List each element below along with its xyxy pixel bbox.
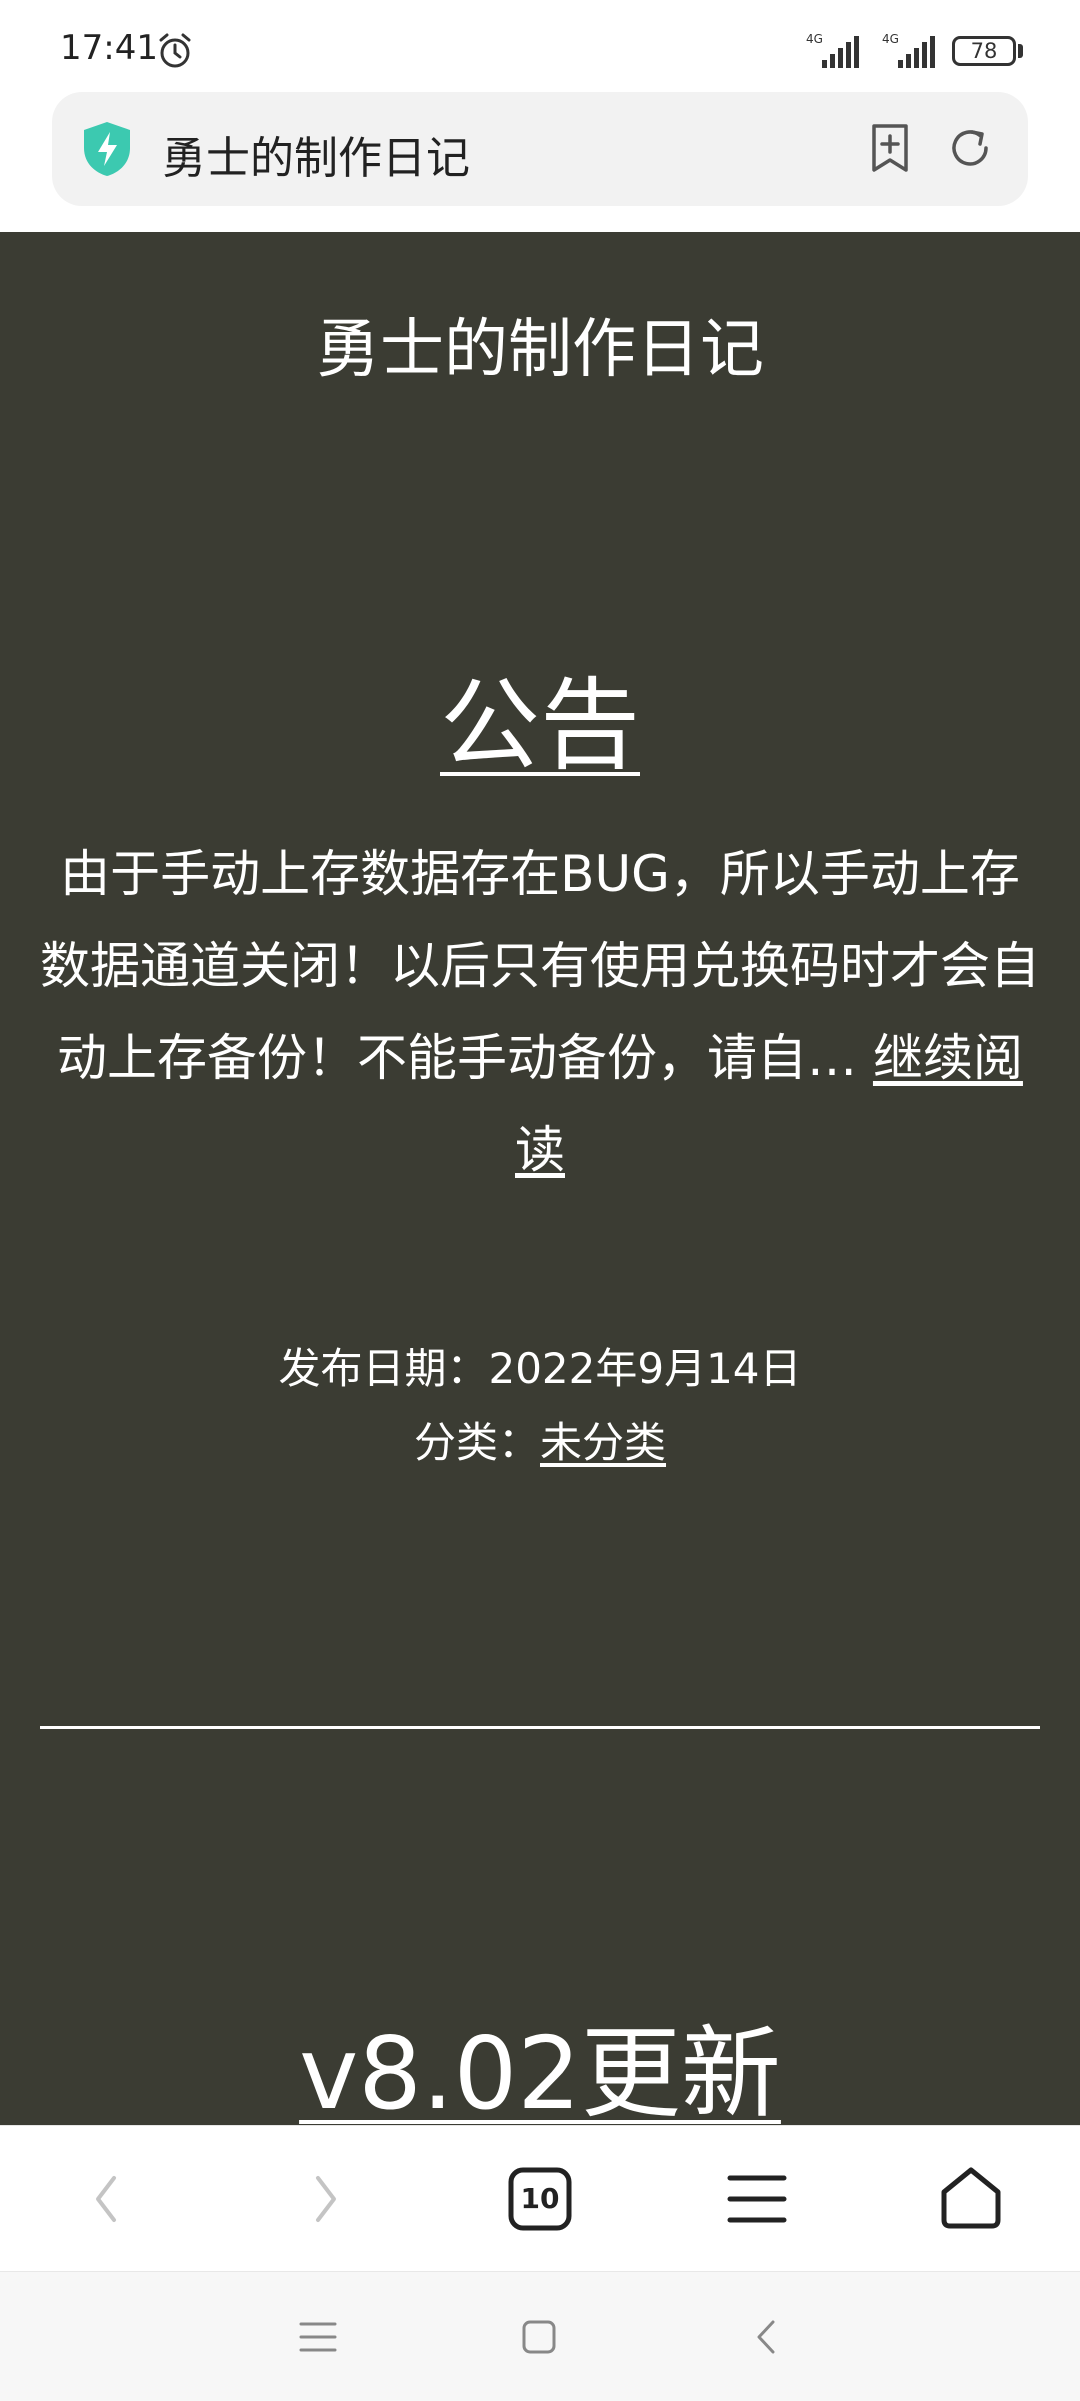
home-icon[interactable] bbox=[516, 2314, 562, 2360]
forward-icon[interactable] bbox=[290, 2164, 360, 2234]
post-date-label: 发布日期： bbox=[278, 1344, 489, 1393]
tab-count: 10 bbox=[520, 2182, 560, 2215]
status-time: 17:41 bbox=[60, 28, 158, 68]
bookmark-add-icon[interactable] bbox=[862, 120, 918, 176]
reload-icon[interactable] bbox=[942, 120, 998, 176]
post-divider bbox=[40, 1726, 1040, 1729]
address-bar-title[interactable]: 勇士的制作日记 bbox=[162, 122, 470, 186]
tabs-button[interactable]: 10 bbox=[505, 2164, 575, 2234]
post-excerpt: 由于手动上存数据存在BUG，所以手动上存数据通道关闭！以后只有使用兑换码时才会自… bbox=[40, 828, 1040, 1196]
browser-toolbar: 10 bbox=[0, 2125, 1080, 2272]
back-icon[interactable] bbox=[72, 2164, 142, 2234]
svg-text:4G: 4G bbox=[806, 32, 823, 46]
signal-icon: 4G bbox=[882, 32, 935, 68]
browser-header: 勇士的制作日记 bbox=[0, 92, 1080, 232]
battery-icon: 78 bbox=[952, 36, 1016, 66]
status-bar: 17:41 4G 4G 78 bbox=[0, 0, 1080, 92]
post-category-link[interactable]: 未分类 bbox=[540, 1418, 666, 1467]
post-category-label: 分类： bbox=[413, 1418, 540, 1467]
home-icon[interactable] bbox=[936, 2164, 1006, 2234]
system-nav-bar bbox=[0, 2271, 1080, 2401]
post-category-row: 分类：未分类 bbox=[0, 1406, 1080, 1480]
post-date: 2022年9月14日 bbox=[488, 1344, 802, 1393]
alarm-icon bbox=[159, 33, 191, 68]
site-title[interactable]: 勇士的制作日记 bbox=[0, 298, 1080, 390]
shield-icon[interactable] bbox=[80, 120, 134, 178]
battery-tip bbox=[1018, 44, 1023, 58]
recents-icon[interactable] bbox=[295, 2314, 341, 2360]
post-date-row: 发布日期：2022年9月14日 bbox=[0, 1332, 1080, 1406]
post-meta: 发布日期：2022年9月14日 分类：未分类 bbox=[0, 1332, 1080, 1480]
menu-icon[interactable] bbox=[722, 2164, 792, 2234]
post-title-link[interactable]: v8.02更新 bbox=[0, 1992, 1080, 2125]
web-page-content: 勇士的制作日记 公告 由于手动上存数据存在BUG，所以手动上存数据通道关闭！以后… bbox=[0, 232, 1080, 2125]
address-bar[interactable]: 勇士的制作日记 bbox=[52, 92, 1028, 206]
svg-text:4G: 4G bbox=[882, 32, 899, 46]
post-title-link[interactable]: 公告 bbox=[0, 644, 1080, 789]
back-icon[interactable] bbox=[745, 2314, 791, 2360]
signal-icon: 4G bbox=[806, 32, 859, 68]
